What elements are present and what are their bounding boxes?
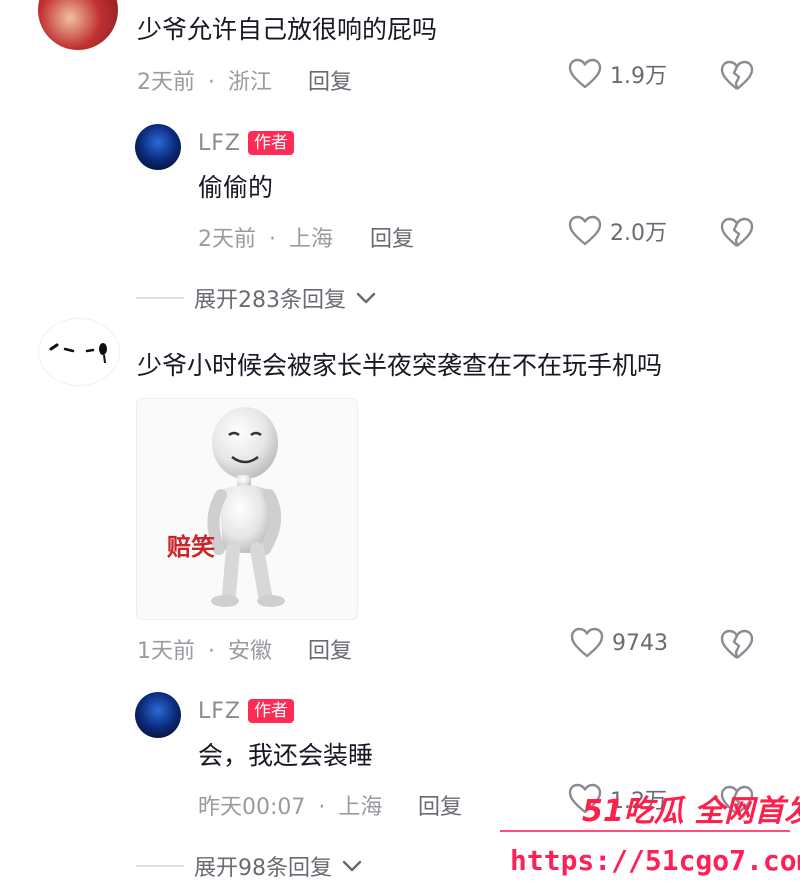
- author-avatar[interactable]: [135, 692, 181, 738]
- reply-text: 偷偷的: [198, 173, 274, 202]
- reply-location: 上海: [338, 795, 383, 820]
- sticker-image[interactable]: 赔笑: [136, 398, 358, 620]
- comment-text: 少爷小时候会被家长半夜突袭查在不在玩手机吗: [137, 351, 663, 380]
- meta-separator: ·: [318, 795, 326, 820]
- like-button[interactable]: 9743: [570, 627, 668, 659]
- reply-username[interactable]: LFZ: [198, 699, 241, 724]
- heart-icon: [568, 58, 602, 89]
- reply-text: 会，我还会装睡: [198, 741, 374, 770]
- reply-button[interactable]: 回复: [308, 64, 352, 96]
- like-count: 9743: [612, 630, 668, 656]
- reply-button[interactable]: 回复: [418, 789, 462, 821]
- reply-button[interactable]: 回复: [308, 633, 352, 665]
- watermark-divider: [500, 830, 790, 832]
- like-count: 2.0万: [610, 221, 667, 246]
- expand-replies[interactable]: 展开98条回复: [136, 850, 362, 882]
- comment-time: 2天前: [137, 70, 195, 95]
- smiling-figure-sticker: [207, 407, 285, 607]
- reply-button[interactable]: 回复: [370, 221, 414, 253]
- meta-separator: ·: [269, 227, 276, 252]
- author-badge: 作者: [248, 699, 294, 723]
- comment-meta: 2天前 · 浙江: [137, 64, 272, 96]
- comment-meta: 1天前 · 安徽: [137, 633, 272, 665]
- author-avatar[interactable]: [135, 124, 181, 170]
- reply-meta: 2天前 · 上海: [198, 221, 333, 253]
- like-button[interactable]: 1.9万: [568, 58, 667, 90]
- reply-location: 上海: [289, 227, 334, 252]
- expand-replies-label: 展开98条回复: [194, 856, 332, 881]
- dislike-button[interactable]: [720, 217, 754, 253]
- watermark-logo: 51吃瓜 全网首发: [582, 794, 800, 829]
- chevron-down-icon: [356, 292, 376, 304]
- reply-username[interactable]: LFZ: [198, 131, 241, 156]
- broken-heart-icon: [720, 629, 754, 659]
- broken-heart-icon: [720, 217, 754, 247]
- reply-time: 昨天00:07: [198, 795, 306, 820]
- dislike-button[interactable]: [720, 60, 754, 96]
- face-doodle-icon: [49, 343, 107, 364]
- divider: [136, 865, 184, 867]
- commenter-avatar[interactable]: [38, 0, 118, 50]
- meta-separator: ·: [208, 70, 215, 95]
- reply-time: 2天前: [198, 227, 256, 252]
- expand-replies-label: 展开283条回复: [194, 288, 346, 313]
- heart-icon: [570, 627, 604, 658]
- author-badge: 作者: [248, 131, 294, 155]
- divider: [136, 297, 184, 299]
- like-count: 1.9万: [610, 64, 667, 89]
- watermark-url: https://51cgo7.com: [510, 844, 800, 877]
- chevron-down-icon: [342, 860, 362, 872]
- comment-text: 少爷允许自己放很响的屁吗: [137, 15, 438, 44]
- dislike-button[interactable]: [720, 629, 754, 665]
- reply-meta: 昨天00:07 · 上海: [198, 789, 382, 821]
- comment-location: 浙江: [228, 70, 273, 95]
- comment-time: 1天前: [137, 639, 195, 664]
- heart-icon: [568, 215, 602, 246]
- expand-replies[interactable]: 展开283条回复: [136, 282, 376, 314]
- sticker-caption: 赔笑: [167, 533, 215, 561]
- broken-heart-icon: [720, 60, 754, 90]
- meta-separator: ·: [208, 639, 215, 664]
- commenter-avatar[interactable]: [38, 318, 120, 386]
- like-button[interactable]: 2.0万: [568, 215, 667, 247]
- comment-location: 安徽: [228, 639, 273, 664]
